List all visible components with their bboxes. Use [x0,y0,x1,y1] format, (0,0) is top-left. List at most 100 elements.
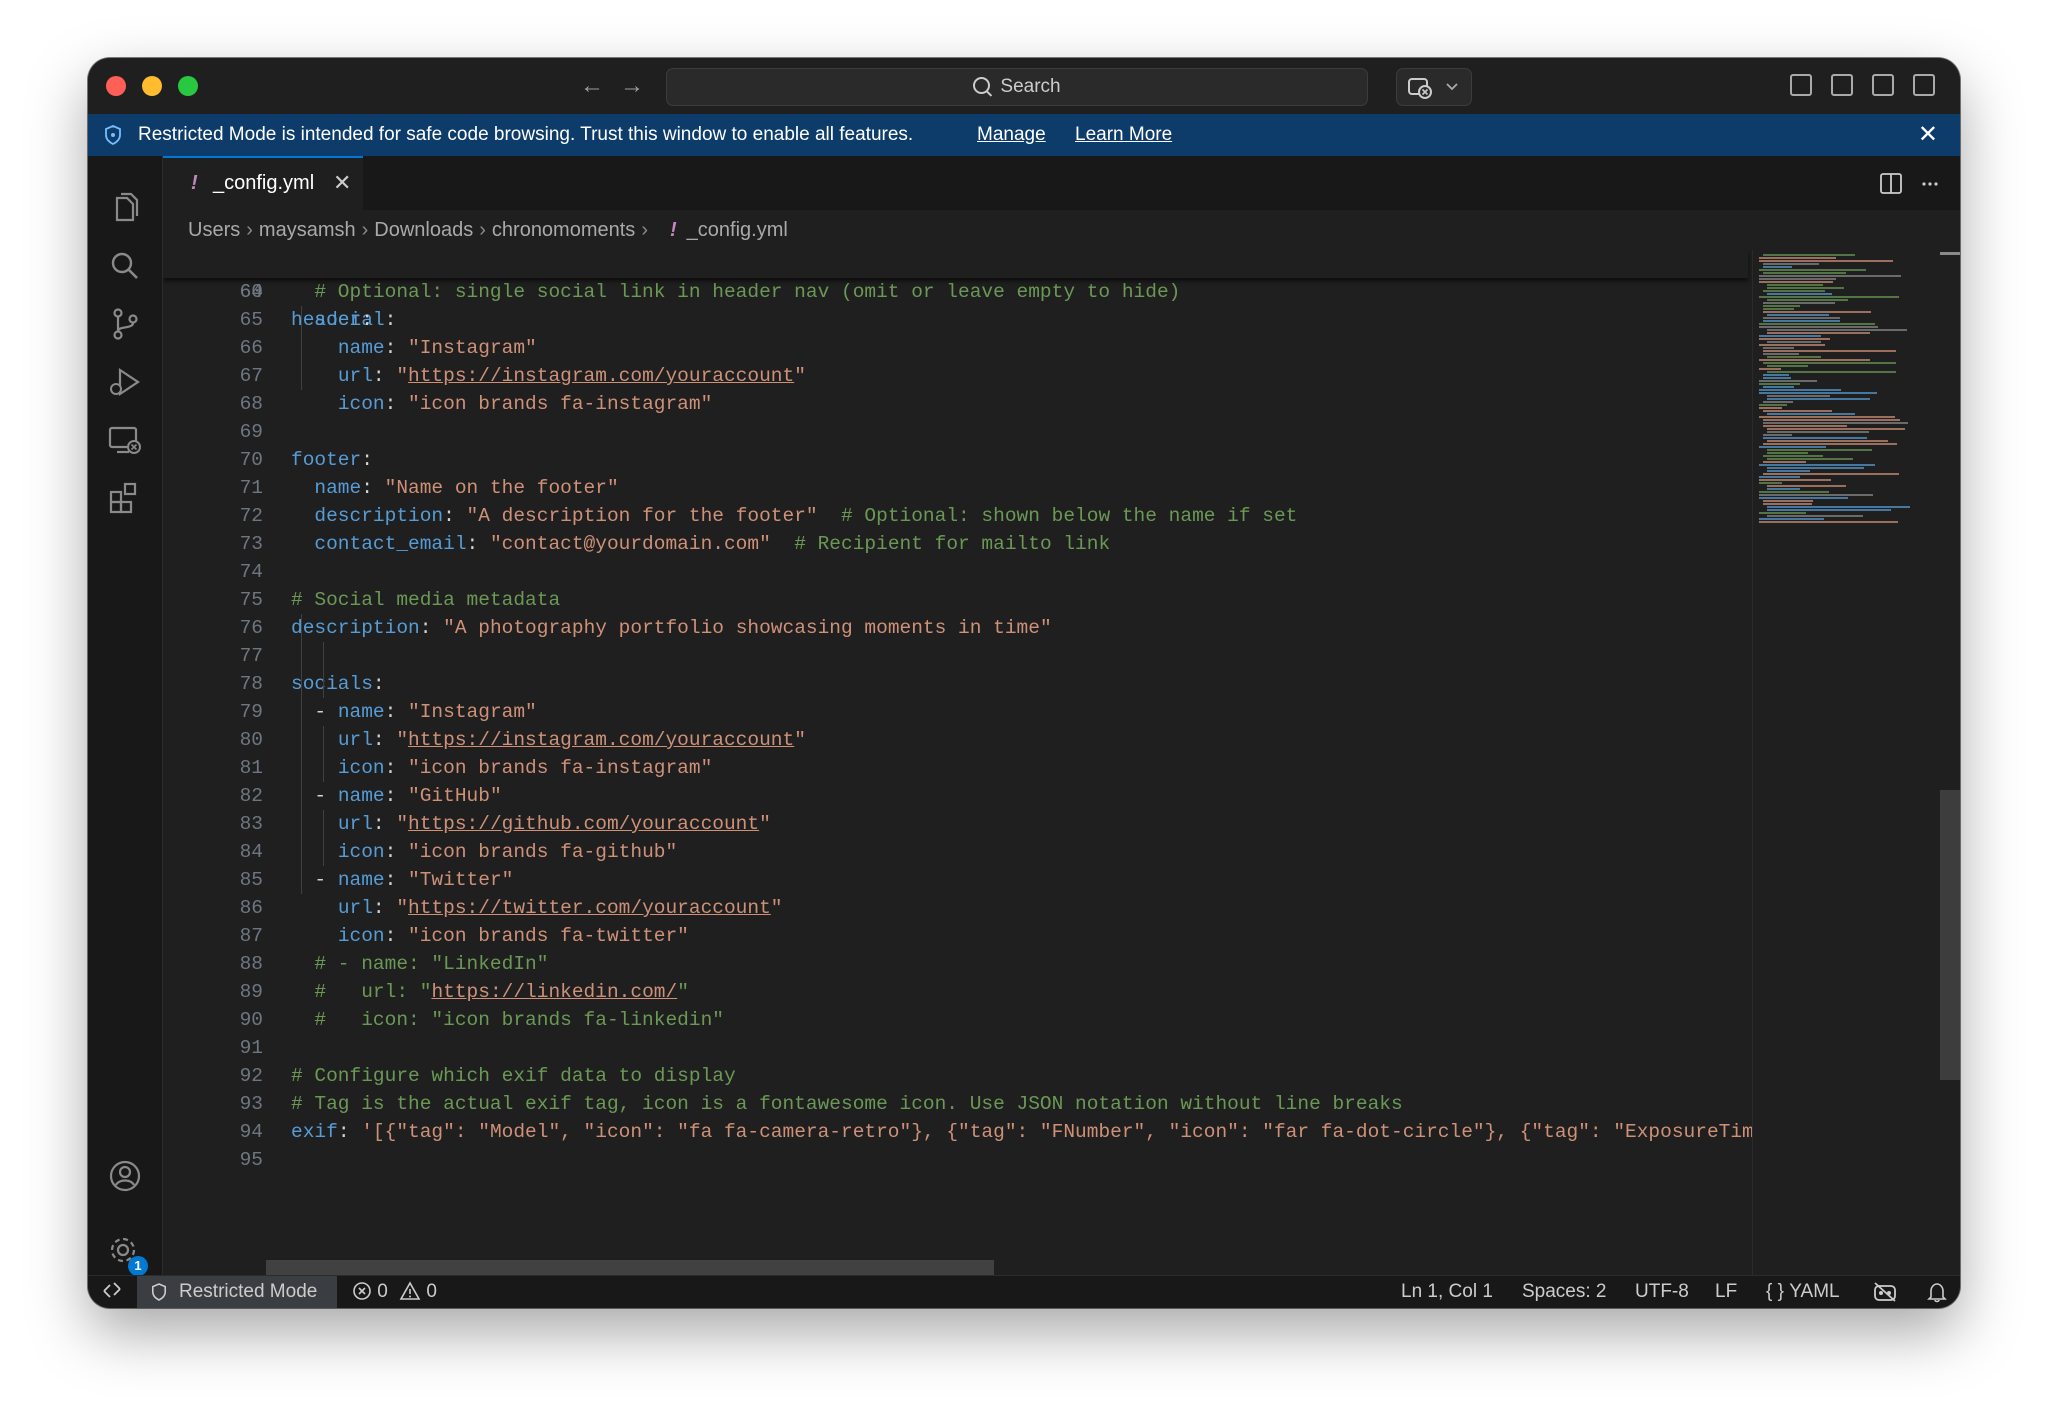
line-number: 82 [239,785,263,807]
yaml-key: name [337,869,385,891]
tab-config-yml[interactable]: ! _config.yml ✕ [163,156,363,210]
editor-actions-icons [1880,173,1938,194]
minimize-window-button[interactable] [142,76,162,96]
code-line[interactable]: 73 contact_email: "contact@yourdomain.co… [163,530,1748,558]
code-line[interactable]: 93 # Tag is the actual exif tag, icon is … [163,1090,1748,1118]
maximize-window-button[interactable] [178,76,198,96]
remote-indicator-icon[interactable] [88,1276,136,1308]
breadcrumb-item[interactable]: Downloads [374,219,473,241]
url-link[interactable]: https://github.com/youraccount [408,813,759,835]
code-line[interactable]: 81 icon: "icon brands fa-instagram" [163,754,1748,782]
code-line[interactable]: 77 [163,642,1748,670]
code-line[interactable]: 64 # Optional: single social link in hea… [163,278,1748,306]
code-line[interactable]: 75 # Social media metadata [163,586,1748,614]
explorer-icon[interactable] [105,188,145,228]
breadcrumb-item[interactable]: chronomoments [492,219,635,241]
extensions-icon[interactable] [105,478,145,518]
forward-arrow-icon[interactable]: → [618,72,646,100]
search-icon[interactable] [105,246,145,286]
yaml-string: " [759,813,771,835]
search-label: Search [1000,76,1061,97]
line-number: 74 [239,561,263,583]
notifications-bell-icon[interactable] [1926,1281,1948,1303]
horizontal-scrollbar[interactable] [266,1260,994,1276]
url-link[interactable]: https://instagram.com/youraccount [408,729,794,751]
code-line[interactable]: 80 url: "https://instagram.com/youraccou… [163,726,1748,754]
sticky-scroll-header[interactable]: 60 header: [163,250,1748,331]
code-line[interactable]: 70 footer: [163,446,1748,474]
code-line[interactable]: 76 description: "A photography portfolio … [163,614,1748,642]
customize-layout-icon[interactable] [1790,74,1812,96]
copilot-menu-button[interactable] [1396,68,1472,106]
code-line[interactable]: 74 [163,558,1748,586]
yaml-string: "Name on the footer" [384,477,619,499]
accounts-icon[interactable] [105,1156,145,1196]
line-number: 81 [239,757,263,779]
command-center-search[interactable]: Search [666,68,1368,106]
language-mode[interactable]: { } YAML [1766,1276,1840,1308]
line-number: 87 [239,925,263,947]
remote-explorer-icon[interactable] [105,420,145,460]
indentation-status[interactable]: Spaces: 2 [1522,1276,1607,1308]
line-number: 92 [239,1065,263,1087]
copilot-status-icon[interactable] [1872,1281,1898,1303]
url-link[interactable]: https://instagram.com/youraccount [408,365,794,387]
vertical-scrollbar[interactable] [1940,790,1960,1080]
code-editor[interactable]: 60 header: 64 # Optional: single social … [163,250,1960,1276]
code-line[interactable]: 67 url: "https://instagram.com/youraccou… [163,362,1748,390]
back-arrow-icon[interactable]: ← [578,72,606,100]
breadcrumb-item[interactable]: maysamsh [259,219,356,241]
line-number: 90 [239,1009,263,1031]
eol-status[interactable]: LF [1715,1276,1737,1308]
code-line[interactable]: 88 # - name: "LinkedIn" [163,950,1748,978]
code-line[interactable]: 89 # url: "https://linkedin.com/" [163,978,1748,1006]
code-line[interactable]: 78 socials: [163,670,1748,698]
yaml-key: url [337,365,373,387]
toggle-primary-sidebar-icon[interactable] [1831,74,1853,96]
code-line[interactable]: 90 # icon: "icon brands fa-linkedin" [163,1006,1748,1034]
code-line[interactable]: 94 exif: '[{"tag": "Model", "icon": "fa f… [163,1118,1836,1146]
encoding-status[interactable]: UTF-8 [1635,1276,1689,1308]
minimap[interactable] [1752,250,1938,1276]
yaml-string: " [396,365,409,387]
manage-link[interactable]: Manage [977,114,1046,156]
close-window-button[interactable] [106,76,126,96]
cursor-position[interactable]: Ln 1, Col 1 [1401,1276,1493,1308]
code-line[interactable]: 85 - name: "Twitter" [163,866,1748,894]
code-line[interactable]: 82 - name: "GitHub" [163,782,1748,810]
url-link[interactable]: https://twitter.com/youraccount [408,897,771,919]
code-line[interactable]: 92 # Configure which exif data to display [163,1062,1748,1090]
code-line[interactable]: 95 [163,1146,1748,1174]
breadcrumb-item[interactable]: Users [188,219,240,241]
restricted-mode-status[interactable]: Restricted Mode [137,1276,337,1308]
tab-close-icon[interactable]: ✕ [333,158,351,208]
yaml-string: " [396,813,409,835]
line-number: 68 [239,393,263,415]
breadcrumb-item[interactable]: _config.yml [687,219,788,241]
code-line[interactable]: 84 icon: "icon brands fa-github" [163,838,1748,866]
code-line[interactable]: 87 icon: "icon brands fa-twitter" [163,922,1748,950]
code-line[interactable]: 69 [163,418,1748,446]
code-line[interactable]: 71 name: "Name on the footer" [163,474,1748,502]
code-line[interactable]: 72 description: "A description for the f… [163,502,1748,530]
problems-status[interactable]: 0 0 [352,1276,437,1308]
code-line[interactable]: 65 social: [163,306,1748,334]
yaml-comment: # url: " [314,981,432,1003]
code-line[interactable]: 68 icon: "icon brands fa-instagram" [163,390,1748,418]
close-icon[interactable]: ✕ [1918,114,1938,156]
toggle-secondary-sidebar-icon[interactable] [1913,74,1935,96]
toggle-panel-icon[interactable] [1872,74,1894,96]
run-and-debug-icon[interactable] [105,362,145,402]
learn-more-link[interactable]: Learn More [1075,114,1172,156]
source-control-icon[interactable] [105,304,145,344]
more-actions-icon[interactable] [1922,182,1926,186]
code-line[interactable]: 91 [163,1034,1748,1062]
code-line[interactable]: 66 name: "Instagram" [163,334,1748,362]
code-line[interactable]: 86 url: "https://twitter.com/youraccount… [163,894,1748,922]
code-line[interactable]: 79 - name: "Instagram" [163,698,1748,726]
line-number: 70 [239,449,263,471]
code-line[interactable]: 83 url: "https://github.com/youraccount" [163,810,1748,838]
url-link[interactable]: https://linkedin.com/ [431,981,677,1003]
